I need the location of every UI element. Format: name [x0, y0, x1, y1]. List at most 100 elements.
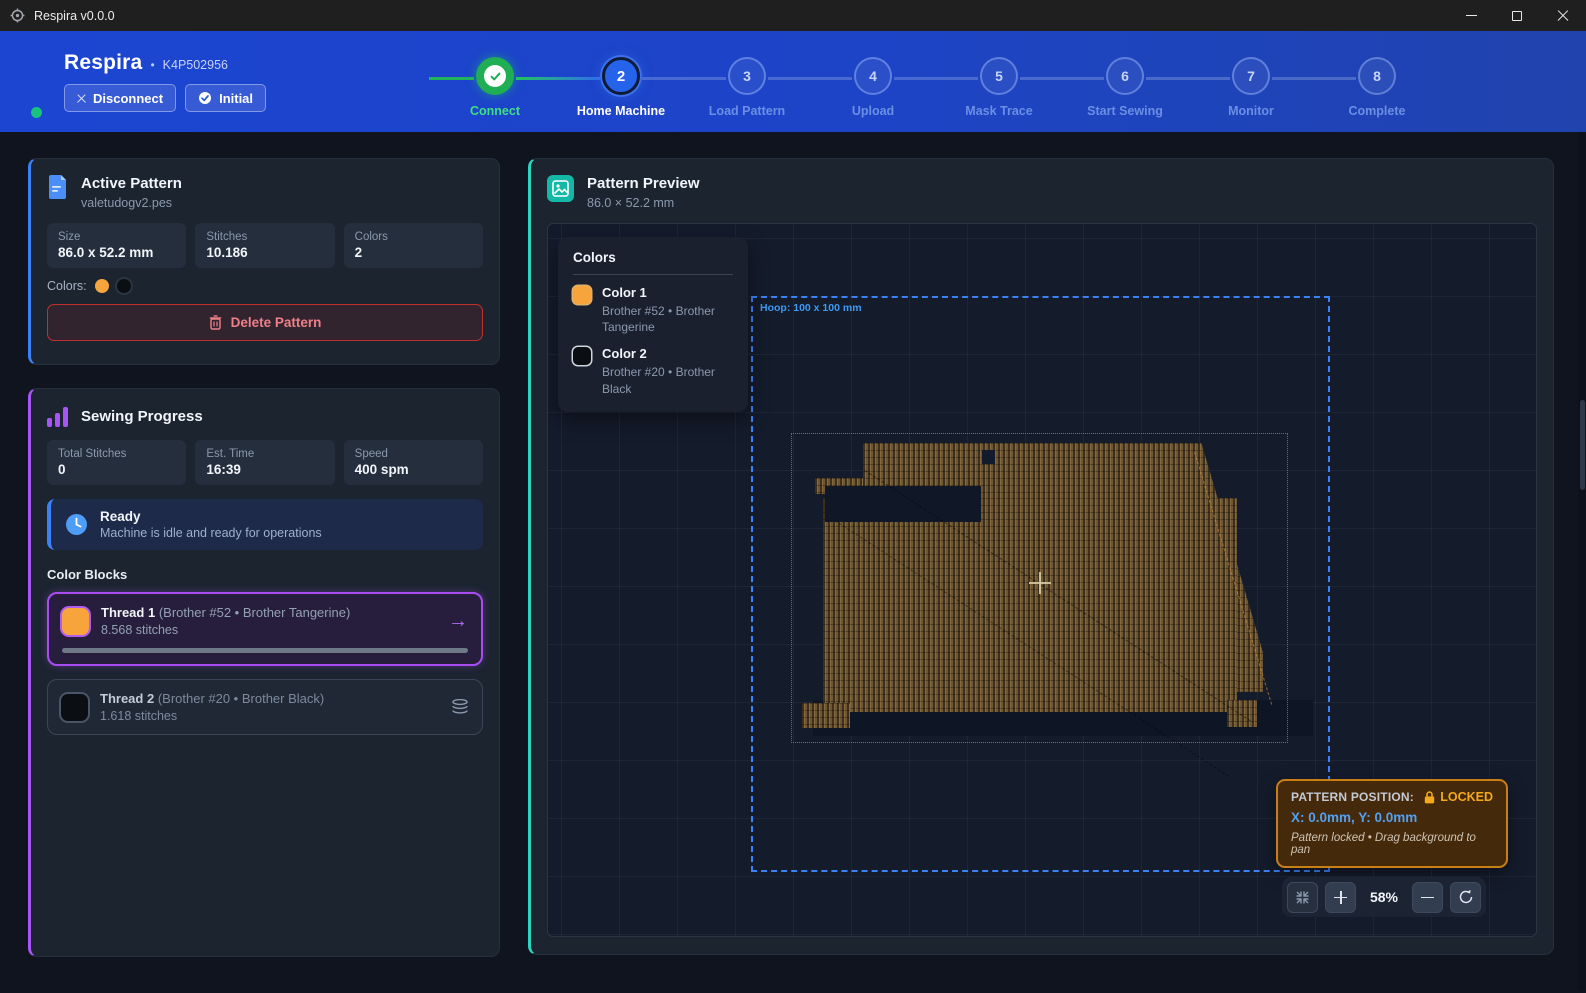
stat-stitches-value: 10.186: [206, 245, 323, 260]
step-mask-trace-label: Mask Trace: [936, 104, 1062, 118]
step-mask-trace[interactable]: 5 Mask Trace: [936, 57, 1062, 118]
step-start-sewing-label: Start Sewing: [1062, 104, 1188, 118]
step-start-sewing[interactable]: 6 Start Sewing: [1062, 57, 1188, 118]
stat-speed-label: Speed: [355, 448, 472, 460]
thread-1-detail: (Brother #52 • Brother Tangerine): [159, 605, 350, 620]
stat-size-label: Size: [58, 231, 175, 243]
step-home-machine-label: Home Machine: [558, 104, 684, 118]
brand-name: Respira: [64, 51, 142, 75]
initial-check-icon: [198, 91, 212, 105]
stat-size: Size 86.0 x 52.2 mm: [47, 223, 186, 268]
machine-status-box: Ready Machine is idle and ready for oper…: [47, 499, 483, 550]
stat-size-value: 86.0 x 52.2 mm: [58, 245, 175, 260]
trash-icon: [209, 315, 222, 330]
maximize-button[interactable]: [1494, 0, 1540, 31]
stat-est-time: Est. Time 16:39: [195, 440, 334, 485]
thread-1-swatch: [62, 608, 89, 635]
step-complete-label: Complete: [1314, 104, 1440, 118]
step-home-machine[interactable]: 2 Home Machine: [558, 57, 684, 118]
initial-button[interactable]: Initial: [185, 84, 266, 112]
stat-colors: Colors 2: [344, 223, 483, 268]
document-icon: [47, 175, 68, 201]
pattern-dimensions: 86.0 × 52.2 mm: [587, 196, 700, 210]
step-upload-label: Upload: [810, 104, 936, 118]
legend-color-1-desc: Brother #52 • Brother Tangerine: [602, 303, 733, 335]
colors-legend-title: Colors: [573, 250, 733, 265]
check-icon: [489, 70, 502, 83]
thread-2-stitches: 1.618 stitches: [100, 709, 439, 723]
step-load-pattern[interactable]: 3 Load Pattern: [684, 57, 810, 118]
stat-colors-value: 2: [355, 245, 472, 260]
disconnect-label: Disconnect: [93, 91, 163, 106]
step-monitor[interactable]: 7 Monitor: [1188, 57, 1314, 118]
image-icon: [547, 175, 574, 202]
stat-est-time-label: Est. Time: [206, 448, 323, 460]
disconnect-x-icon: [77, 94, 86, 103]
legend-color-2-desc: Brother #20 • Brother Black: [602, 364, 733, 396]
stepper: Connect 2 Home Machine 3 Load Pattern 4 …: [432, 57, 1440, 118]
legend-swatch-orange: [573, 286, 591, 304]
thread-2-name: Thread 2: [100, 691, 154, 706]
close-button[interactable]: [1540, 0, 1586, 31]
thread-1-stitches: 8.568 stitches: [101, 623, 436, 637]
stat-total-stitches-label: Total Stitches: [58, 448, 175, 460]
step-connect-label: Connect: [432, 104, 558, 118]
pattern-position-overlay: PATTERN POSITION: LOCKED X: 0.0mm, Y: 0.…: [1276, 779, 1508, 868]
reset-view-button[interactable]: [1450, 882, 1481, 913]
close-icon: [1557, 10, 1569, 22]
colors-legend-panel: Colors Color 1 Brother #52 • Brother Tan…: [558, 237, 748, 412]
delete-pattern-button[interactable]: Delete Pattern: [47, 304, 483, 341]
pattern-position-label: PATTERN POSITION:: [1291, 790, 1414, 804]
legend-color-1: Color 1 Brother #52 • Brother Tangerine: [573, 285, 733, 335]
locked-badge: LOCKED: [1440, 790, 1493, 804]
step-home-machine-circle: 2: [602, 57, 640, 95]
step-complete[interactable]: 8 Complete: [1314, 57, 1440, 118]
titlebar: Respira v0.0.0: [0, 0, 1586, 31]
step-load-pattern-label: Load Pattern: [684, 104, 810, 118]
arrow-right-icon: [448, 611, 468, 631]
color-blocks-label: Color Blocks: [47, 567, 483, 582]
zoom-toolbar: 58%: [1282, 877, 1486, 917]
step-complete-circle: 8: [1358, 57, 1396, 95]
pattern-preview-title: Pattern Preview: [587, 175, 700, 192]
thread-1-progress-bar: [62, 648, 468, 653]
pattern-filename: valetudogv2.pes: [81, 196, 182, 210]
app-window: Respira v0.0.0 Respira • K4P502956 Disco…: [0, 0, 1586, 993]
thread-2-card[interactable]: Thread 2 (Brother #20 • Brother Black) 1…: [47, 679, 483, 735]
legend-color-2-name: Color 2: [602, 346, 733, 361]
maximize-icon: [1512, 11, 1522, 21]
status-title: Ready: [100, 509, 322, 524]
step-connect[interactable]: Connect: [432, 57, 558, 118]
scrollbar-thumb[interactable]: [1580, 400, 1585, 490]
minimize-button[interactable]: [1448, 0, 1494, 31]
stat-stitches-label: Stitches: [206, 231, 323, 243]
delete-pattern-label: Delete Pattern: [231, 315, 322, 330]
stat-speed: Speed 400 spm: [344, 440, 483, 485]
initial-label: Initial: [219, 91, 253, 106]
thread-1-name: Thread 1: [101, 605, 155, 620]
preview-canvas[interactable]: Hoop: 100 x 100 mm: [547, 223, 1537, 937]
machine-serial: K4P502956: [163, 58, 228, 72]
pattern-preview-card: Pattern Preview 86.0 × 52.2 mm Hoop: 100…: [528, 158, 1554, 955]
zoom-out-button[interactable]: [1412, 882, 1443, 913]
step-connect-circle: [476, 57, 514, 95]
step-mask-trace-circle: 5: [980, 57, 1018, 95]
disconnect-button[interactable]: Disconnect: [64, 84, 176, 112]
layers-stack-icon: [451, 699, 469, 715]
zoom-in-button[interactable]: [1325, 882, 1356, 913]
app-icon: [10, 8, 25, 23]
thread-1-card[interactable]: Thread 1 (Brother #52 • Brother Tangerin…: [47, 592, 483, 666]
minus-icon: [1421, 891, 1434, 904]
status-description: Machine is idle and ready for operations: [100, 526, 322, 540]
active-pattern-title: Active Pattern: [81, 175, 182, 192]
stat-total-stitches: Total Stitches 0: [47, 440, 186, 485]
lock-icon: [1424, 791, 1435, 804]
scrollbar-track[interactable]: [1578, 31, 1585, 991]
step-upload[interactable]: 4 Upload: [810, 57, 936, 118]
header: Respira • K4P502956 Disconnect Initial: [0, 31, 1586, 132]
fit-view-button[interactable]: [1287, 882, 1318, 913]
color-swatch-orange: [95, 279, 109, 293]
clock-icon: [65, 513, 88, 536]
thread-2-swatch: [61, 694, 88, 721]
step-monitor-label: Monitor: [1188, 104, 1314, 118]
